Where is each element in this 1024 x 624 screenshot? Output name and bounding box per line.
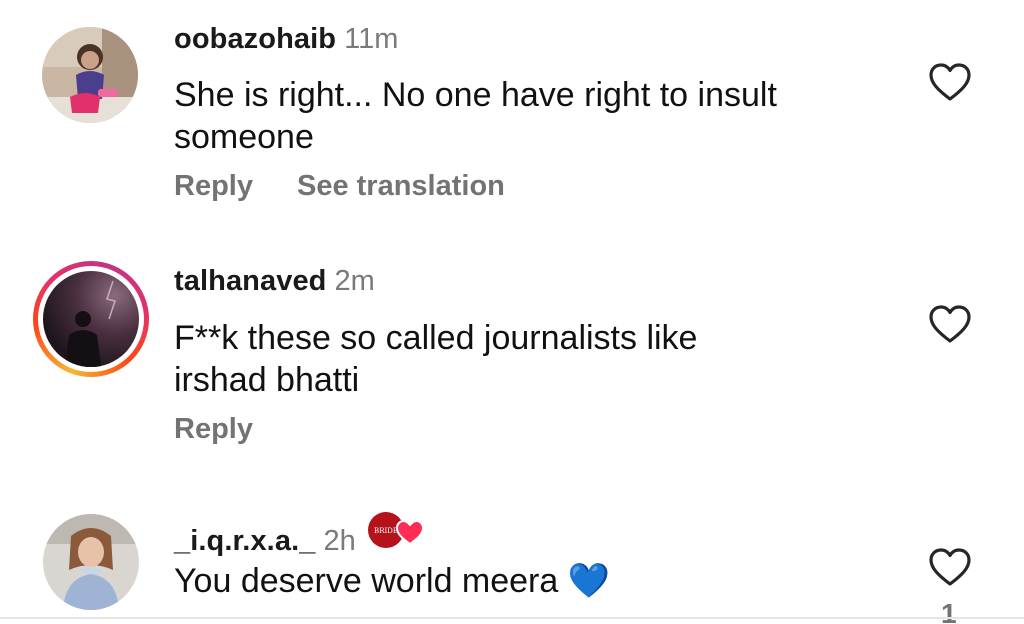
comment-text-line: You deserve world meera	[174, 562, 559, 600]
comment-meta: _i.q.r.x.a._ 2h BRIDE	[174, 510, 426, 558]
comment-actions: Reply See translation	[174, 170, 505, 203]
reply-button[interactable]: Reply	[174, 170, 253, 203]
comment-text: She is right... No one have right to ins…	[174, 74, 894, 158]
reply-button[interactable]: Reply	[174, 413, 253, 446]
blue-heart-emoji-icon: 💙	[567, 562, 611, 600]
avatar[interactable]	[43, 514, 139, 610]
comment-timestamp: 2h	[323, 525, 356, 557]
comment-meta: oobazohaib 11m	[174, 23, 398, 56]
bottom-divider	[0, 617, 1024, 619]
like-heart-icon[interactable]	[928, 547, 972, 587]
comments-feed: oobazohaib 11m She is right... No one ha…	[0, 0, 1024, 624]
username-link[interactable]: _i.q.r.x.a._	[174, 525, 315, 558]
like-heart-icon[interactable]	[928, 62, 972, 102]
comment-text: F**k these so called journalists like ir…	[174, 317, 894, 401]
comment-timestamp: 11m	[344, 23, 399, 55]
comment-timestamp: 2m	[334, 265, 375, 297]
avatar[interactable]	[42, 27, 138, 123]
creator-heart-badge-icon: BRIDE	[366, 510, 426, 550]
comment-text: You deserve world meera 💙	[174, 560, 894, 602]
username-link[interactable]: oobazohaib	[174, 23, 336, 56]
comment-item: talhanaved 2m F**k these so called journ…	[0, 240, 1024, 490]
comment-text-line: irshad bhatti	[174, 361, 360, 399]
comment-text-line: She is right... No one have right to ins…	[174, 76, 777, 114]
username-link[interactable]: talhanaved	[174, 265, 327, 298]
comment-text-line: F**k these so called journalists like	[174, 319, 698, 357]
like-count: 1	[941, 598, 957, 624]
like-heart-icon[interactable]	[928, 304, 972, 344]
svg-text:BRIDE: BRIDE	[374, 527, 398, 535]
comment-actions: Reply	[174, 413, 253, 446]
comment-text-line: someone	[174, 118, 314, 156]
comment-meta: talhanaved 2m	[174, 265, 375, 298]
comment-item: oobazohaib 11m She is right... No one ha…	[0, 0, 1024, 240]
comment-item: _i.q.r.x.a._ 2h BRIDE You deserve world …	[0, 490, 1024, 624]
see-translation-button[interactable]: See translation	[297, 170, 505, 203]
avatar[interactable]	[43, 271, 139, 367]
